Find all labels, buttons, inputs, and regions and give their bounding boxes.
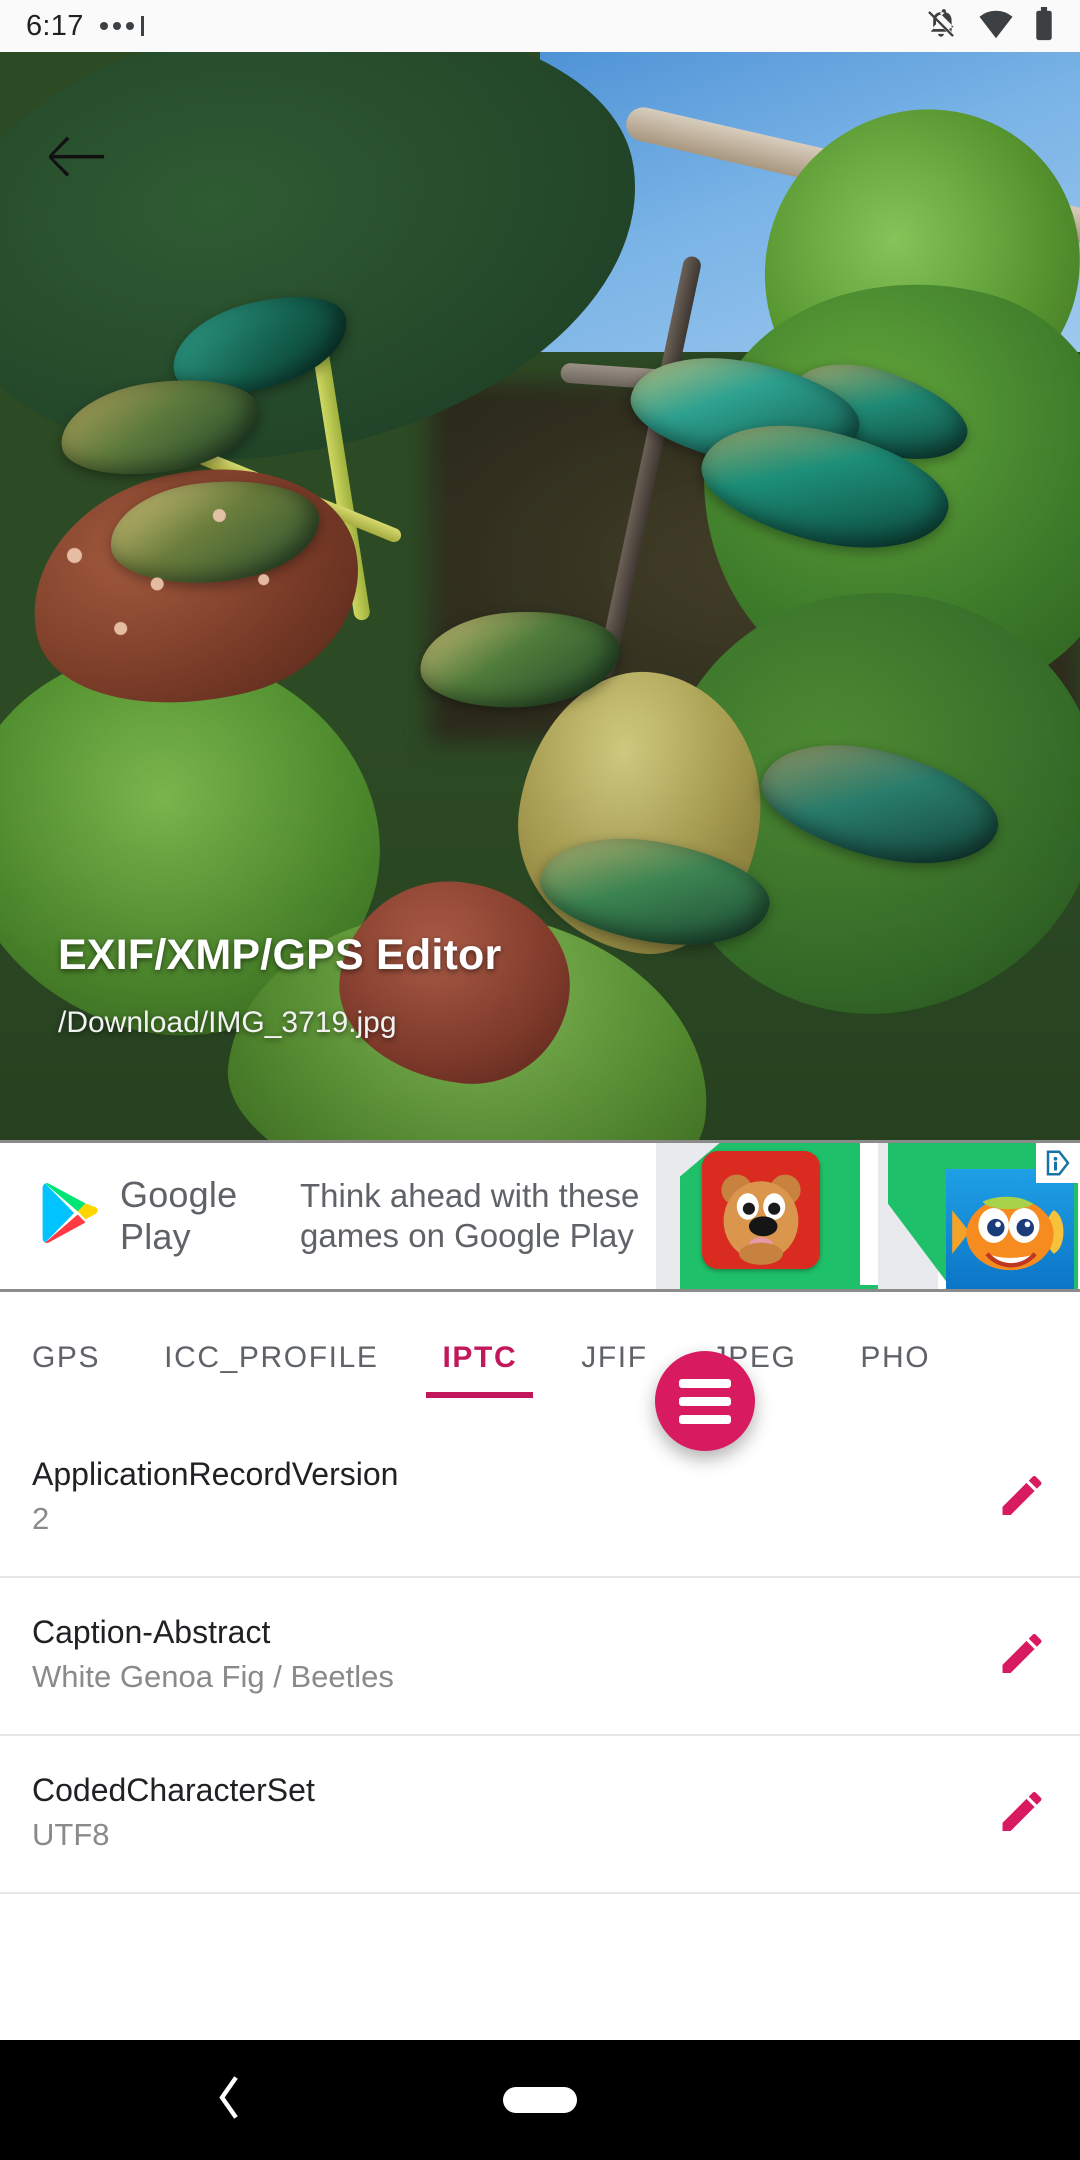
table-row[interactable]: CodedCharacterSet UTF8 (0, 1736, 1080, 1894)
table-row[interactable]: ApplicationRecordVersion 2 (0, 1420, 1080, 1578)
ad-brand-label: Google Play (120, 1174, 238, 1257)
ad-artwork (640, 1143, 1080, 1289)
metadata-tab-bar[interactable]: GPS ICC_PROFILE IPTC JFIF JPEG PHO (0, 1295, 1080, 1420)
tab-iptc[interactable]: IPTC (410, 1295, 549, 1420)
table-row[interactable]: Caption-Abstract White Genoa Fig / Beetl… (0, 1578, 1080, 1736)
edit-icon[interactable] (996, 1470, 1048, 1527)
metadata-key: ApplicationRecordVersion (32, 1456, 399, 1492)
tab-icc-profile[interactable]: ICC_PROFILE (132, 1295, 410, 1420)
tab-gps[interactable]: GPS (0, 1295, 132, 1420)
status-bar: 6:17 (0, 0, 1080, 52)
ad-copy-text: Think ahead with these games on Google P… (300, 1176, 640, 1254)
google-play-logo-icon (40, 1180, 102, 1253)
status-bar-icons (924, 6, 1054, 46)
google-play-ad-banner[interactable]: Google Play Think ahead with these games… (0, 1140, 1080, 1292)
metadata-list: ApplicationRecordVersion 2 Caption-Abstr… (0, 1420, 1080, 1940)
hamburger-menu-fab[interactable] (655, 1351, 755, 1451)
file-path-subtitle: /Download/IMG_3719.jpg (58, 1006, 397, 1039)
adchoices-icon[interactable] (1036, 1143, 1080, 1183)
status-bar-clock: 6:17 (26, 9, 84, 42)
notifications-off-icon (924, 7, 958, 46)
notification-dots-icon (99, 16, 144, 36)
hamburger-menu-icon (679, 1378, 731, 1388)
android-nav-bar (0, 2040, 1080, 2160)
metadata-value: 2 (32, 1501, 50, 1536)
home-pill-icon[interactable] (503, 2087, 577, 2113)
metadata-value: White Genoa Fig / Beetles (32, 1659, 394, 1694)
edit-icon[interactable] (996, 1628, 1048, 1685)
wifi-icon (978, 9, 1014, 44)
ad-brand: Google Play (0, 1143, 300, 1289)
ad-game-bear-icon (702, 1151, 820, 1269)
app-screen: 6:17 EXIF/XMP/GPS Editor /Download/IMG_3… (0, 0, 1080, 2160)
back-chevron-icon[interactable] (215, 2074, 245, 2127)
battery-icon (1034, 6, 1054, 46)
edit-icon[interactable] (996, 1786, 1048, 1843)
tab-photoshop[interactable]: PHO (828, 1295, 962, 1420)
metadata-key: CodedCharacterSet (32, 1772, 315, 1808)
ad-game-fish-icon (946, 1169, 1074, 1289)
metadata-value: UTF8 (32, 1817, 110, 1852)
page-title: EXIF/XMP/GPS Editor (58, 931, 502, 979)
metadata-key: Caption-Abstract (32, 1614, 271, 1650)
back-arrow-icon[interactable] (42, 120, 114, 192)
hero-photo-header: EXIF/XMP/GPS Editor /Download/IMG_3719.j… (0, 52, 1080, 1140)
